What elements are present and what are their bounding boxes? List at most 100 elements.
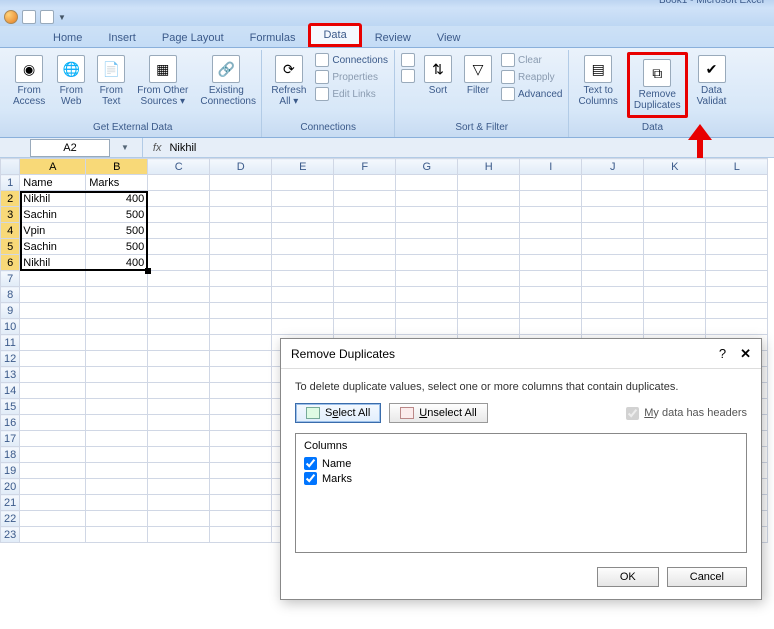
cell-F7[interactable] [334,271,396,287]
cell-I9[interactable] [520,303,582,319]
from-access-button[interactable]: ◉From Access [10,52,48,110]
cell-D12[interactable] [210,351,272,367]
cell-J5[interactable] [582,239,644,255]
fx-icon[interactable]: fx [153,142,162,154]
cell-D9[interactable] [210,303,272,319]
cell-F6[interactable] [334,255,396,271]
cell-C12[interactable] [148,351,210,367]
cell-H5[interactable] [458,239,520,255]
cell-F8[interactable] [334,287,396,303]
cell-F9[interactable] [334,303,396,319]
cell-C20[interactable] [148,479,210,495]
sort-za-button[interactable] [401,68,415,84]
cell-A15[interactable] [20,399,86,415]
cell-G9[interactable] [396,303,458,319]
cell-D5[interactable] [210,239,272,255]
cell-K7[interactable] [644,271,706,287]
cell-E1[interactable] [272,175,334,191]
cell-J2[interactable] [582,191,644,207]
cell-B7[interactable] [86,271,148,287]
cell-B19[interactable] [86,463,148,479]
undo-icon[interactable] [40,10,54,24]
cell-E7[interactable] [272,271,334,287]
tab-page-layout[interactable]: Page Layout [149,28,237,47]
col-header-C[interactable]: C [148,159,210,175]
cell-H10[interactable] [458,319,520,335]
cell-I10[interactable] [520,319,582,335]
row-header-14[interactable]: 14 [1,383,20,399]
cell-B18[interactable] [86,447,148,463]
cell-D16[interactable] [210,415,272,431]
cell-C4[interactable] [148,223,210,239]
cell-L9[interactable] [706,303,768,319]
help-icon[interactable]: ? [719,346,726,361]
tab-data[interactable]: Data [308,23,361,47]
select-all-cell[interactable] [1,159,20,175]
cell-D7[interactable] [210,271,272,287]
save-icon[interactable] [22,10,36,24]
row-header-16[interactable]: 16 [1,415,20,431]
cell-D1[interactable] [210,175,272,191]
qat-dropdown-icon[interactable]: ▼ [58,13,66,22]
cell-D2[interactable] [210,191,272,207]
cell-H1[interactable] [458,175,520,191]
select-all-button[interactable]: Select All [295,403,381,423]
cell-L4[interactable] [706,223,768,239]
cell-C6[interactable] [148,255,210,271]
cell-D15[interactable] [210,399,272,415]
cell-K8[interactable] [644,287,706,303]
cell-K3[interactable] [644,207,706,223]
cell-D3[interactable] [210,207,272,223]
cell-F4[interactable] [334,223,396,239]
row-header-13[interactable]: 13 [1,367,20,383]
cell-C14[interactable] [148,383,210,399]
cell-I4[interactable] [520,223,582,239]
cell-D6[interactable] [210,255,272,271]
col-header-H[interactable]: H [458,159,520,175]
cell-B9[interactable] [86,303,148,319]
formula-input[interactable] [167,140,774,156]
cell-C18[interactable] [148,447,210,463]
cell-G3[interactable] [396,207,458,223]
cell-B12[interactable] [86,351,148,367]
cell-B20[interactable] [86,479,148,495]
cell-I1[interactable] [520,175,582,191]
office-button-icon[interactable] [4,10,18,24]
cell-C17[interactable] [148,431,210,447]
row-header-9[interactable]: 9 [1,303,20,319]
cell-C8[interactable] [148,287,210,303]
sort-az-button[interactable] [401,52,415,68]
cell-D23[interactable] [210,527,272,543]
cell-E2[interactable] [272,191,334,207]
cell-C15[interactable] [148,399,210,415]
cell-J7[interactable] [582,271,644,287]
row-header-20[interactable]: 20 [1,479,20,495]
cell-A10[interactable] [20,319,86,335]
cell-L2[interactable] [706,191,768,207]
cell-L5[interactable] [706,239,768,255]
row-header-10[interactable]: 10 [1,319,20,335]
cell-D10[interactable] [210,319,272,335]
cell-I3[interactable] [520,207,582,223]
col-header-E[interactable]: E [272,159,334,175]
from-other-button[interactable]: ▦From Other Sources ▾ [134,52,191,110]
cell-F10[interactable] [334,319,396,335]
cell-A23[interactable] [20,527,86,543]
close-icon[interactable]: ✕ [740,346,751,362]
cell-G4[interactable] [396,223,458,239]
cell-C11[interactable] [148,335,210,351]
cell-A21[interactable] [20,495,86,511]
col-header-A[interactable]: A [20,159,86,175]
row-header-21[interactable]: 21 [1,495,20,511]
cell-C5[interactable] [148,239,210,255]
from-text-button[interactable]: 📄From Text [94,52,128,110]
col-header-J[interactable]: J [582,159,644,175]
cell-A18[interactable] [20,447,86,463]
cell-B16[interactable] [86,415,148,431]
cell-B3[interactable]: 500 [86,207,148,223]
row-header-7[interactable]: 7 [1,271,20,287]
columns-listbox[interactable]: Columns Name Marks [295,433,747,553]
cell-L1[interactable] [706,175,768,191]
cell-H3[interactable] [458,207,520,223]
cell-B17[interactable] [86,431,148,447]
